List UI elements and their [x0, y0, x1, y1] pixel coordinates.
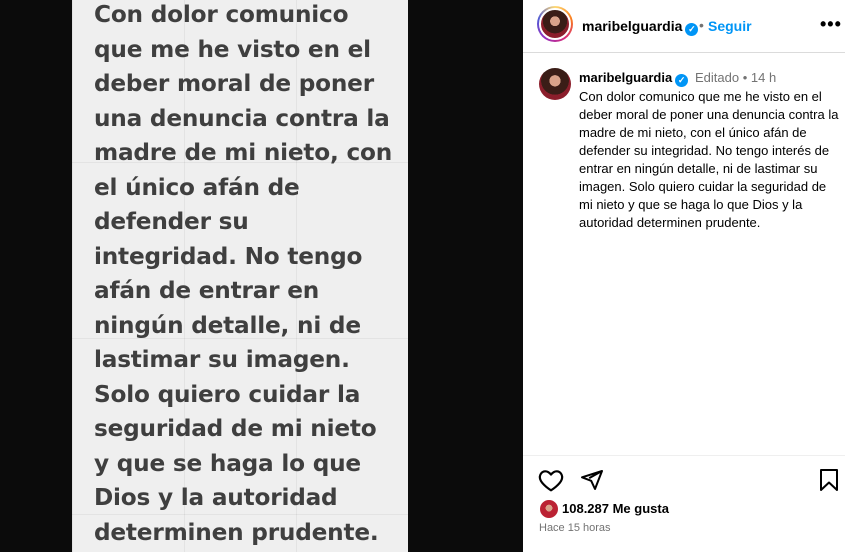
liker-avatar: [539, 499, 559, 519]
username-link[interactable]: maribelguardia ✓: [582, 18, 699, 36]
post-media[interactable]: Con dolor comunico que me he visto en el…: [0, 0, 523, 552]
share-icon[interactable]: [580, 468, 604, 497]
likes-count[interactable]: 108.287 Me gusta: [562, 501, 669, 516]
caption-avatar[interactable]: [539, 68, 571, 100]
avatar[interactable]: [537, 6, 573, 42]
separator-dot: •: [742, 70, 748, 85]
caption-time[interactable]: 14 h: [751, 70, 776, 85]
edited-label: Editado: [695, 70, 740, 85]
verified-icon: ✓: [685, 23, 699, 36]
note-text: Con dolor comunico que me he visto en el…: [94, 1, 393, 546]
post-timestamp[interactable]: Hace 15 horas: [539, 522, 611, 534]
action-bar: [523, 455, 845, 502]
post-header: maribelguardia ✓ • Seguir •••: [523, 0, 845, 53]
follow-button[interactable]: Seguir: [708, 18, 752, 34]
verified-icon: ✓: [675, 74, 689, 87]
bookmark-icon[interactable]: [819, 468, 839, 497]
notes-screenshot: Con dolor comunico que me he visto en el…: [72, 0, 408, 552]
caption-meta: Editado • 14 h: [695, 70, 776, 85]
more-options-icon[interactable]: •••: [820, 14, 842, 35]
post-side-panel: maribelguardia ✓ • Seguir ••• maribelguar…: [523, 0, 845, 552]
caption-username-text: maribelguardia: [579, 70, 673, 85]
heart-icon[interactable]: [538, 468, 564, 497]
caption-username-link[interactable]: maribelguardia ✓: [579, 70, 689, 87]
separator-dot: •: [699, 17, 704, 33]
username-text: maribelguardia: [582, 18, 683, 34]
caption-text: Con dolor comunico que me he visto en el…: [579, 89, 839, 230]
